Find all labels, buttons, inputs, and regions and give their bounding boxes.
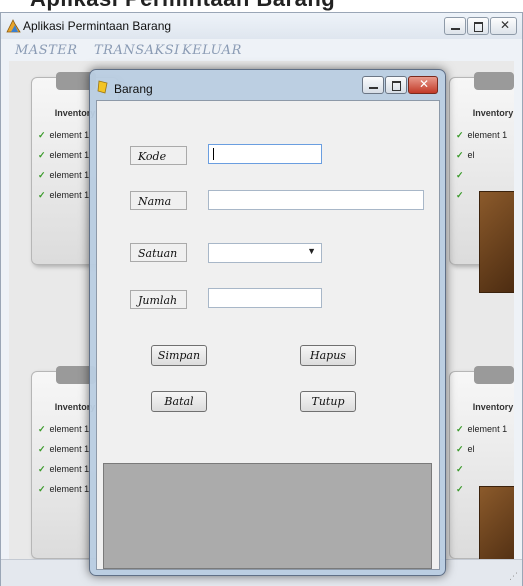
card-item: ✓ el [456,444,475,454]
kode-label: Kode [130,146,187,165]
card-item: ✓ element 1 [38,190,90,200]
check-icon: ✓ [38,424,46,434]
dropdown-arrow-icon[interactable]: ▼ [307,246,316,256]
dialog-title-bar: Barang ✕ [90,70,445,100]
dialog-client-area: Kode Nama Satuan ▼ Jumlah Simpan Hapus B… [96,100,440,570]
clipboard-clip [474,366,514,384]
check-icon: ✓ [38,150,46,160]
check-icon: ✓ [456,130,464,140]
box-image [479,486,514,569]
card-item: ✓ [456,190,468,201]
menu-master[interactable]: MASTER [15,43,78,58]
menu-keluar[interactable]: KELUAR [182,43,242,58]
box-image [479,191,514,293]
card-item: ✓ [456,170,468,181]
main-title-bar: Aplikasi Permintaan Barang ✕ [1,13,522,39]
check-icon: ✓ [456,170,464,180]
check-icon: ✓ [456,444,464,454]
close-icon: ✕ [419,77,430,91]
card-item: ✓ [456,484,468,495]
card-item: ✓ element 1 [38,424,90,434]
card-item: ✓ [456,464,468,475]
card-item: ✓ element 1 [38,484,90,494]
dialog-maximize-button[interactable] [385,76,407,94]
batal-button[interactable]: Batal [151,391,207,412]
card-item: ✓ element 1 [38,464,90,474]
check-icon: ✓ [456,484,464,494]
check-icon: ✓ [456,190,464,200]
jumlah-label: Jumlah [130,290,187,309]
maximize-button[interactable] [467,17,489,35]
hapus-button[interactable]: Hapus [300,345,356,366]
check-icon: ✓ [38,464,46,474]
menu-bar: MASTER TRANSAKSI KELUAR [1,39,522,61]
check-icon: ✓ [38,170,46,180]
card-item: ✓ element 1 [38,130,90,140]
check-icon: ✓ [38,484,46,494]
dialog-title: Barang [114,82,153,96]
check-icon: ✓ [456,150,464,160]
app-icon [6,19,21,33]
minimize-button[interactable] [444,17,466,35]
card-item: ✓ el [456,150,475,160]
data-grid[interactable] [103,463,432,569]
card-item: ✓ element 1 [38,170,90,180]
satuan-select[interactable]: ▼ [208,243,322,263]
simpan-button[interactable]: Simpan [151,345,207,366]
dialog-icon [97,80,108,94]
card-header: Inventory [472,402,514,412]
dialog-minimize-button[interactable] [362,76,384,94]
text-caret [213,148,214,160]
nama-input[interactable] [208,190,424,210]
check-icon: ✓ [38,130,46,140]
check-icon: ✓ [456,424,464,434]
check-icon: ✓ [38,190,46,200]
kode-input[interactable] [208,144,322,164]
dialog-close-button[interactable]: ✕ [408,76,438,94]
jumlah-input[interactable] [208,288,322,308]
menu-transaksi[interactable]: TRANSAKSI [94,43,180,58]
card-header: Inventory [472,108,514,118]
nama-label: Nama [130,191,187,210]
card-item: ✓ element 1 [456,130,508,140]
resize-grip-icon[interactable]: ⋰ [509,572,518,582]
card-item: ✓ element 1 [38,444,90,454]
main-title: Aplikasi Permintaan Barang [23,19,172,33]
banner-text: Aplikasi Permintaan Barang [30,0,335,12]
satuan-label: Satuan [130,243,187,262]
clipboard-clip [474,72,514,90]
tutup-button[interactable]: Tutup [300,391,356,412]
check-icon: ✓ [456,464,464,474]
close-icon: ✕ [500,18,511,32]
close-button[interactable]: ✕ [490,17,517,35]
card-item: ✓ element 1 [456,424,508,434]
check-icon: ✓ [38,444,46,454]
barang-dialog: Barang ✕ Kode Nama Satuan ▼ Jumlah Simpa… [89,69,446,576]
card-item: ✓ element 1 [38,150,90,160]
